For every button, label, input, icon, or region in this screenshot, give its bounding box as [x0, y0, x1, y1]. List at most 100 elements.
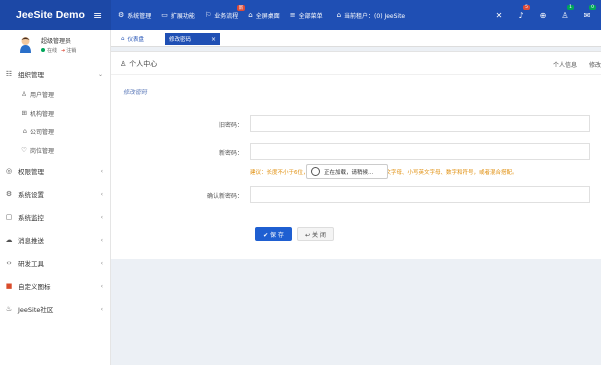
- tab-modify[interactable]: 修改: [589, 62, 601, 69]
- old-password-field[interactable]: [250, 115, 590, 132]
- sidebar-item-community[interactable]: ♨ JeeSite社区 ‹: [0, 300, 111, 318]
- loading-indicator: 正在加载，请稍候...: [306, 164, 388, 179]
- sidebar-item-label: 系统设置: [18, 191, 44, 199]
- sidebar-item-offices[interactable]: ⊞ 机构管理: [0, 104, 111, 122]
- tab-change-password[interactable]: 修改密码 ×: [165, 33, 220, 45]
- list-icon: ≡: [289, 11, 296, 19]
- user-panel: 超级管理员 在线 ➜注销: [0, 30, 111, 60]
- main-content: ♙个人中心 个人信息 修改 修改密码 旧密码： 新密码： 建议：长度不小于6位，…: [111, 47, 601, 365]
- sidebar-item-users[interactable]: ♙ 用户管理: [0, 85, 111, 103]
- box-tabs: 个人信息 修改: [543, 60, 601, 69]
- logout-icon[interactable]: ➜: [61, 48, 65, 54]
- sidebar-item-custom-icons[interactable]: ■ 自定义图标 ‹: [0, 277, 111, 295]
- sidebar-item-permissions[interactable]: ◎ 权限管理 ‹: [0, 162, 111, 180]
- bell-icon[interactable]: ♪ 5: [510, 4, 532, 20]
- message-icon[interactable]: ✉ 0: [576, 4, 598, 20]
- status-text: 在线: [47, 48, 58, 54]
- sidebar-item-posts[interactable]: ♡ 岗位管理: [0, 141, 111, 159]
- chevron-left-icon: ‹: [100, 282, 103, 290]
- sidebar-item-label: 自定义图标: [18, 283, 51, 291]
- online-dot-icon: [41, 48, 45, 52]
- new-password-label: 新密码：: [218, 150, 243, 157]
- topnav-label: 扩展功能: [170, 12, 195, 20]
- topnav-label: 业务流程: [214, 12, 239, 20]
- new-password-field[interactable]: [250, 143, 590, 160]
- sidebar-item-label: 用户管理: [30, 91, 55, 99]
- user-status: 在线 ➜注销: [41, 47, 76, 54]
- chevron-left-icon: ‹: [100, 213, 103, 221]
- topnav-extend[interactable]: ▭ 扩展功能: [161, 11, 195, 20]
- chevron-left-icon: ‹: [100, 305, 103, 313]
- brand[interactable]: JeeSite Demo ≡: [0, 0, 111, 30]
- topnav-label: 全屏桌面: [255, 12, 280, 20]
- sidebar-item-messages[interactable]: ☁ 消息推送 ‹: [0, 231, 111, 249]
- sidebar-item-label: 权限管理: [18, 168, 44, 176]
- tab-label: 修改密码: [169, 37, 192, 43]
- sidebar-item-devtools[interactable]: ‹› 研发工具 ‹: [0, 254, 111, 272]
- topnav-label: 当前租户：(0) JeeSite: [344, 12, 406, 20]
- gear-icon: ⚙: [118, 11, 125, 19]
- chevron-left-icon: ‹: [100, 236, 103, 244]
- old-password-label: 旧密码：: [218, 122, 243, 129]
- user-icon: ♙: [21, 90, 27, 98]
- brand-title[interactable]: JeeSite Demo: [16, 9, 85, 21]
- topnav-workflow[interactable]: ⚐ 业务流程新: [204, 4, 246, 20]
- chevron-left-icon: ‹: [100, 190, 103, 198]
- user-icon: ♙: [120, 60, 127, 68]
- sidebar-item-label: 机构管理: [30, 110, 55, 118]
- chevron-down-icon: ⌄: [97, 70, 103, 78]
- shield-icon: ◎: [5, 167, 13, 175]
- topnav-system[interactable]: ⚙ 系统管理: [118, 11, 151, 20]
- sidebar-item-label: 研发工具: [18, 260, 44, 268]
- badge-icon: ♡: [21, 146, 27, 154]
- sitemap-icon: ⊞: [21, 109, 27, 117]
- new-badge: 新: [236, 4, 246, 11]
- user-icon[interactable]: ♙ 1: [554, 4, 576, 20]
- header-right-icons: ✕ ♪ 5 ⊕ ♙ 1 ✉ 0: [488, 0, 598, 30]
- section-title: 修改密码: [123, 89, 148, 96]
- logout-link[interactable]: 注销: [66, 48, 76, 54]
- page-title-text: 个人中心: [129, 60, 158, 68]
- box-header: ♙ 个人中心 个人信息 修改: [111, 52, 601, 75]
- save-button[interactable]: ✔ 保 存: [255, 227, 292, 241]
- topnav-all-menu[interactable]: ≡ 全部菜单: [290, 11, 323, 20]
- custom-icon: ■: [5, 282, 13, 290]
- gear-icon: ⚙: [5, 190, 13, 198]
- avatar[interactable]: [19, 36, 32, 53]
- sidebar-item-org[interactable]: ☷ 组织管理 ⌄: [0, 65, 111, 83]
- top-header: JeeSite Demo ≡ ⚙ 系统管理 ▭ 扩展功能 ⚐ 业务流程新 ⌂ 全屏桌面 …: [0, 0, 601, 30]
- tab-profile-info[interactable]: 个人信息: [553, 62, 577, 69]
- message-badge: 0: [589, 4, 596, 10]
- fullscreen-icon[interactable]: ✕: [488, 11, 510, 20]
- chevron-left-icon: ‹: [100, 259, 103, 267]
- monitor-icon: ▭: [161, 11, 168, 19]
- tab-label: 仪表盘: [127, 37, 145, 43]
- confirm-password-label: 确认新密码：: [206, 193, 243, 200]
- user-name: 超级管理员: [41, 38, 72, 45]
- flag-icon: ⚐: [204, 11, 212, 19]
- tab-dashboard[interactable]: ⌂ 仪表盘: [117, 33, 148, 45]
- chevron-left-icon: ‹: [100, 167, 103, 175]
- spinner-icon: [311, 167, 320, 176]
- topnav-label: 全部菜单: [298, 12, 323, 20]
- topnav-fullscreen-desktop[interactable]: ⌂ 全屏桌面: [248, 11, 279, 20]
- org-icon: ☷: [5, 70, 13, 78]
- page-title: ♙ 个人中心: [120, 59, 157, 69]
- topnav-tenant[interactable]: ⌂ 当前租户：(0) JeeSite: [337, 11, 406, 20]
- close-icon[interactable]: ×: [211, 36, 216, 43]
- home-icon: ⌂: [336, 11, 342, 19]
- profile-box: ♙个人中心 个人信息 修改 修改密码 旧密码： 新密码： 建议：长度不小于6位，…: [111, 51, 601, 259]
- close-button[interactable]: ↩ 关 闭: [297, 227, 334, 241]
- sidebar-item-label: JeeSite社区: [18, 306, 54, 314]
- code-icon: ‹›: [6, 259, 12, 267]
- sidebar-item-monitor[interactable]: ▢ 系统监控 ‹: [0, 208, 111, 226]
- sidebar-item-settings[interactable]: ⚙ 系统设置 ‹: [0, 185, 111, 203]
- confirm-password-field[interactable]: [250, 186, 590, 203]
- sidebar-item-label: 公司管理: [30, 128, 55, 136]
- globe-icon[interactable]: ⊕: [532, 11, 554, 20]
- top-navigation: ⚙ 系统管理 ▭ 扩展功能 ⚐ 业务流程新 ⌂ 全屏桌面 ≡ 全部菜单 ⌂ 当前租户：(0)…: [118, 0, 415, 30]
- sidebar-item-companies[interactable]: ⌂ 公司管理: [0, 122, 111, 140]
- hamburger-icon[interactable]: ≡: [93, 9, 102, 22]
- notification-badge: 5: [523, 4, 530, 10]
- home-icon: ⌂: [248, 11, 253, 19]
